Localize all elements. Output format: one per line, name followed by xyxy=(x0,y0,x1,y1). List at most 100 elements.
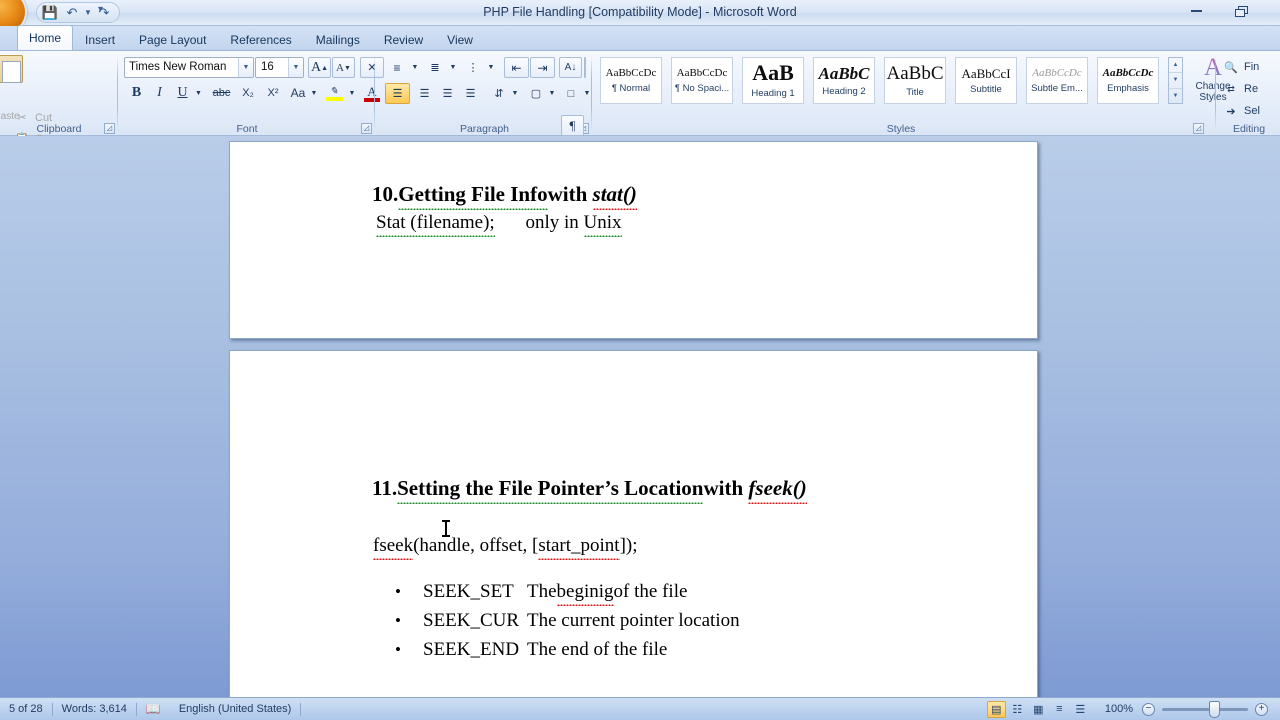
highlight-button[interactable]: ✎ xyxy=(322,82,346,104)
font-name-combo[interactable]: Times New Roman ▼ xyxy=(124,57,254,78)
style-name: ¶ No Spaci... xyxy=(674,82,730,94)
seek-desc-pre: The current pointer location xyxy=(527,610,740,631)
zoom-slider[interactable]: − + xyxy=(1142,700,1280,718)
tab-view[interactable]: View xyxy=(435,29,485,50)
superscript-button[interactable]: X² xyxy=(261,83,285,103)
zoom-level[interactable]: 100% xyxy=(1096,701,1142,718)
line-spacing-icon[interactable]: ⇵ xyxy=(487,83,511,104)
document-canvas[interactable]: 10.Getting File Info with stat() Stat (f… xyxy=(0,136,1280,697)
style-name: Subtitle xyxy=(970,83,1002,95)
style-no-spacing[interactable]: AaBbCcDc ¶ No Spaci... xyxy=(671,57,733,104)
increase-indent-icon[interactable]: ⇥ xyxy=(530,57,555,78)
tab-review[interactable]: Review xyxy=(372,29,435,50)
numbering-icon[interactable]: ≣ xyxy=(423,57,447,78)
style-emphasis[interactable]: AaBbCcDc Emphasis xyxy=(1097,57,1159,104)
tab-home[interactable]: Home xyxy=(17,25,74,50)
shading-caret-icon[interactable]: ▼ xyxy=(547,87,557,99)
heading-10-code: stat() xyxy=(592,182,638,210)
style-sample: AaBbC xyxy=(818,63,870,83)
style-name: Subtle Em... xyxy=(1031,82,1083,94)
show-paragraph-marks-button[interactable]: ¶ xyxy=(561,115,584,136)
seek-desc-pre: The end of the file xyxy=(527,639,668,660)
shading-icon[interactable]: ▢ xyxy=(524,83,548,104)
zoom-in-button[interactable]: + xyxy=(1255,702,1268,716)
sort-icon[interactable]: A↓ xyxy=(559,57,582,78)
document-page-2[interactable]: 11.Setting the File Pointer’s Location w… xyxy=(229,350,1038,697)
view-web-layout-button[interactable]: ▦ xyxy=(1029,701,1048,718)
zoom-slider-track[interactable] xyxy=(1162,700,1248,718)
styles-dialog-launcher[interactable]: ◿ xyxy=(1193,123,1204,134)
align-center-icon[interactable]: ☰ xyxy=(412,83,437,104)
select-button[interactable]: ➔ Sel xyxy=(1223,102,1260,120)
zoom-slider-thumb[interactable] xyxy=(1209,700,1220,718)
styles-more-icon[interactable]: ▼ xyxy=(1169,89,1182,103)
find-button[interactable]: 🔍 Fin xyxy=(1223,58,1259,76)
style-sample: AaBbCcDc xyxy=(605,66,657,79)
highlight-caret-icon[interactable]: ▼ xyxy=(347,87,357,99)
view-draft-button[interactable]: ☰ xyxy=(1071,701,1090,718)
tab-mailings[interactable]: Mailings xyxy=(304,29,372,50)
document-page-1[interactable]: 10.Getting File Info with stat() Stat (f… xyxy=(229,141,1038,339)
italic-button[interactable]: I xyxy=(149,83,170,103)
multilevel-list-icon[interactable]: ⋮ xyxy=(461,57,485,78)
language-indicator[interactable]: English (United States) xyxy=(170,701,301,718)
select-label: Sel xyxy=(1244,105,1260,117)
numbering-caret-icon[interactable]: ▼ xyxy=(448,61,458,73)
proofing-status[interactable]: 📖 xyxy=(137,701,170,718)
view-print-layout-button[interactable]: ▤ xyxy=(986,700,1006,718)
heading-11: 11.Setting the File Pointer’s Location w… xyxy=(372,476,808,504)
multilevel-caret-icon[interactable]: ▼ xyxy=(486,61,496,73)
align-right-icon[interactable]: ☰ xyxy=(435,83,460,104)
clipboard-dialog-launcher[interactable]: ◿ xyxy=(104,123,115,134)
view-outline-button[interactable]: ≡ xyxy=(1050,701,1069,718)
grow-font-button[interactable]: A ▲ xyxy=(308,57,331,78)
styles-scroll-up-icon[interactable]: ▲ xyxy=(1169,58,1182,74)
bold-button[interactable]: B xyxy=(126,83,147,103)
page-indicator[interactable]: 5 of 28 xyxy=(0,701,52,718)
bullets-icon[interactable]: ≡ xyxy=(385,57,409,78)
underline-caret-icon[interactable]: ▼ xyxy=(193,87,204,99)
replace-button[interactable]: ⇄ Re xyxy=(1223,80,1258,98)
word-count[interactable]: Words: 3,614 xyxy=(53,701,136,718)
close-button[interactable] xyxy=(1262,0,1280,22)
zoom-out-button[interactable]: − xyxy=(1142,702,1155,716)
style-title[interactable]: AaBbC Title xyxy=(884,57,946,104)
style-subtitle[interactable]: AaBbCcI Subtitle xyxy=(955,57,1017,104)
styles-gallery-scroll[interactable]: ▲ ▼ ▼ xyxy=(1168,57,1183,104)
change-case-caret-icon[interactable]: ▼ xyxy=(309,87,319,99)
font-name-caret-icon[interactable]: ▼ xyxy=(238,58,253,77)
change-case-button[interactable]: Aa xyxy=(286,83,310,103)
strikethrough-button[interactable]: abc xyxy=(209,83,234,103)
ribbon: Paste ✂ Cut 📋 Copy 🖌 Format Painter Clip… xyxy=(0,51,1280,167)
subscript-button[interactable]: X₂ xyxy=(236,83,260,103)
style-heading-2[interactable]: AaBbC Heading 2 xyxy=(813,57,875,104)
restore-button[interactable] xyxy=(1218,0,1262,22)
list-item: • SEEK_CUR The current pointer location xyxy=(395,610,740,632)
zoom-level-label: 100% xyxy=(1104,703,1133,715)
styles-scroll-down-icon[interactable]: ▼ xyxy=(1169,73,1182,89)
font-size-combo[interactable]: 16 ▼ xyxy=(255,57,304,78)
replace-label: Re xyxy=(1244,83,1259,95)
shrink-font-button[interactable]: A ▼ xyxy=(332,57,355,78)
style-subtle-emphasis[interactable]: AaBbCcDc Subtle Em... xyxy=(1026,57,1088,104)
list-item: • SEEK_END The end of the file xyxy=(395,639,740,661)
justify-icon[interactable]: ☰ xyxy=(458,83,483,104)
line-spacing-caret-icon[interactable]: ▼ xyxy=(510,87,520,99)
fseek-syntax-line: fseek(handle, offset, [start_point]); xyxy=(373,535,638,560)
borders-icon[interactable]: □ xyxy=(559,83,583,104)
view-full-screen-reading-button[interactable]: ☷ xyxy=(1008,701,1027,718)
tab-insert[interactable]: Insert xyxy=(73,29,127,50)
font-size-caret-icon[interactable]: ▼ xyxy=(288,58,303,77)
decrease-indent-icon[interactable]: ⇤ xyxy=(504,57,529,78)
underline-button[interactable]: U xyxy=(172,83,193,103)
tab-references[interactable]: References xyxy=(218,29,303,50)
paste-button[interactable] xyxy=(0,55,32,107)
minimize-button[interactable] xyxy=(1174,0,1218,22)
bullets-caret-icon[interactable]: ▼ xyxy=(410,61,420,73)
font-dialog-launcher[interactable]: ◿ xyxy=(361,123,372,134)
style-heading-1[interactable]: AaB Heading 1 xyxy=(742,57,804,104)
tab-page-layout[interactable]: Page Layout xyxy=(127,29,218,50)
style-normal[interactable]: AaBbCcDc ¶ Normal xyxy=(600,57,662,104)
align-left-icon[interactable]: ☰ xyxy=(385,83,410,104)
style-sample: AaBbC xyxy=(886,62,944,84)
